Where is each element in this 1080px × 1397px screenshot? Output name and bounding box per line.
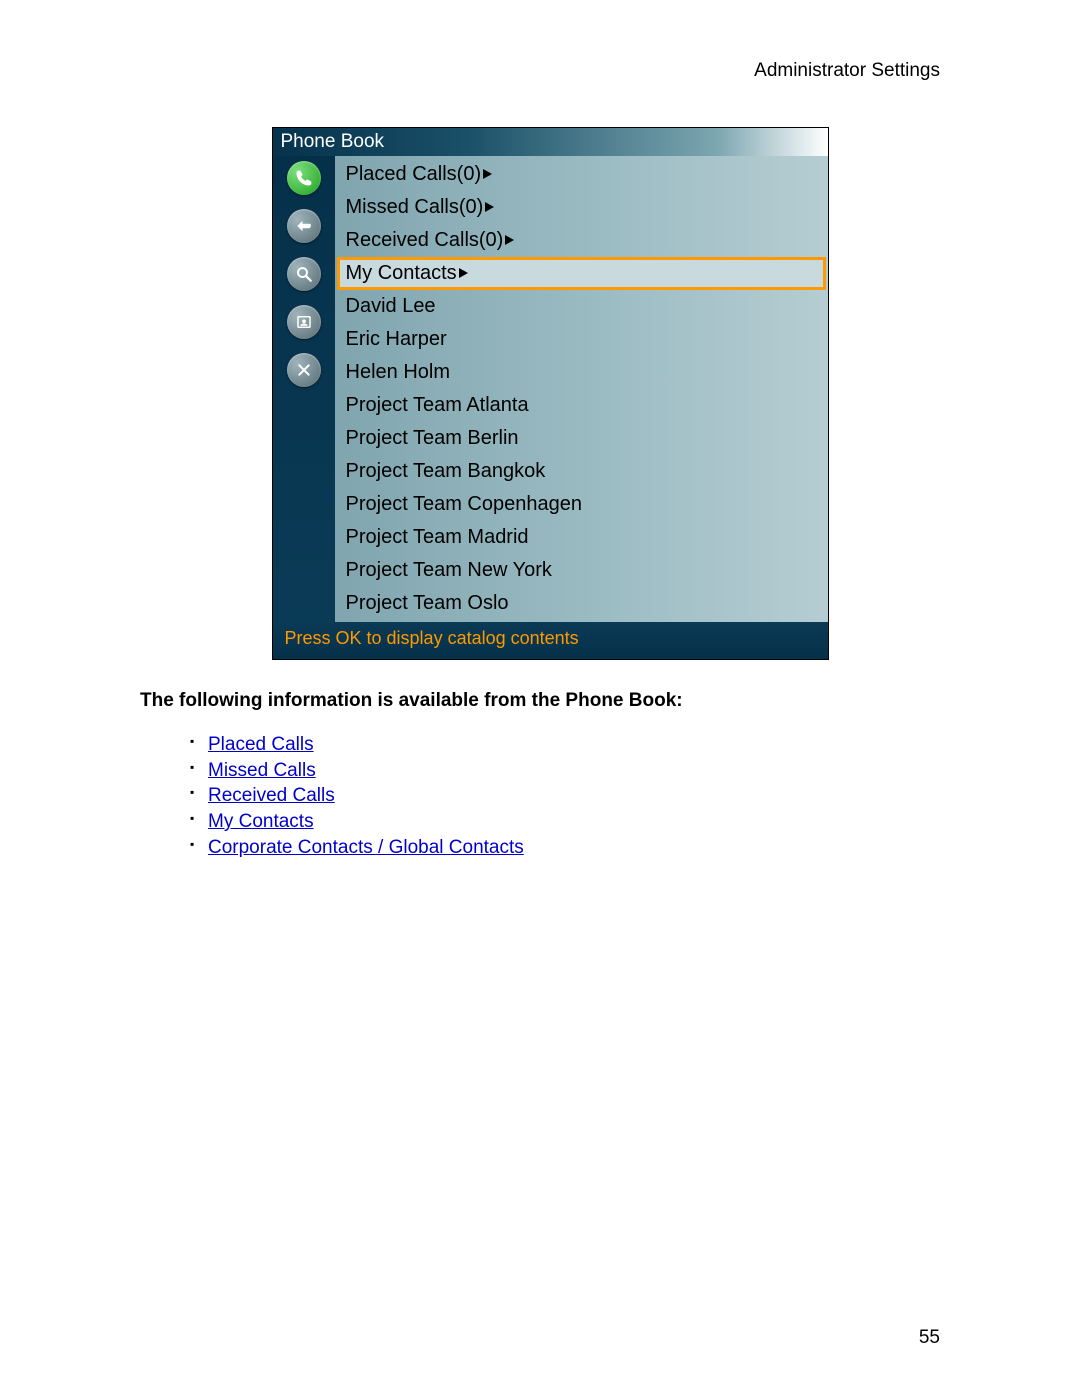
link-item: Received Calls [190,783,950,809]
link-item: Missed Calls [190,758,950,784]
contact-item[interactable]: Project Team New York [337,554,826,587]
list-item-label: Missed Calls(0) [346,196,484,218]
contact-item[interactable]: Project Team Copenhagen [337,488,826,521]
link-list: Placed Calls Missed Calls Received Calls… [150,732,950,860]
page-number: 55 [919,1327,940,1349]
folder-my-contacts[interactable]: My Contacts [337,257,826,290]
phonebook-title: Phone Book [273,128,828,156]
folder-received-calls[interactable]: Received Calls(0) [337,224,826,257]
arrow-right-icon [485,202,494,212]
contact-item[interactable]: Project Team Bangkok [337,455,826,488]
search-icon[interactable] [287,257,321,291]
link-item: My Contacts [190,809,950,835]
phonebook-icon-column [273,156,335,622]
arrow-right-icon [459,268,468,278]
list-item-label: Received Calls(0) [346,229,504,251]
phonebook-list: Placed Calls(0) Missed Calls(0) Received… [335,156,828,622]
link-missed-calls[interactable]: Missed Calls [208,760,316,781]
call-icon[interactable] [287,161,321,195]
contact-item[interactable]: Project Team Madrid [337,521,826,554]
link-my-contacts[interactable]: My Contacts [208,811,314,832]
link-item: Placed Calls [190,732,950,758]
arrow-right-icon [483,169,492,179]
contact-item[interactable]: Project Team Berlin [337,422,826,455]
contact-item[interactable]: Project Team Atlanta [337,389,826,422]
contact-item[interactable]: Helen Holm [337,356,826,389]
link-received-calls[interactable]: Received Calls [208,785,335,806]
close-icon[interactable] [287,353,321,387]
section-heading: The following information is available f… [140,690,950,712]
back-icon[interactable] [287,209,321,243]
folder-placed-calls[interactable]: Placed Calls(0) [337,158,826,191]
add-contact-icon[interactable] [287,305,321,339]
folder-missed-calls[interactable]: Missed Calls(0) [337,191,826,224]
contact-item[interactable]: David Lee [337,290,826,323]
link-corporate-contacts[interactable]: Corporate Contacts / Global Contacts [208,837,524,858]
page-header: Administrator Settings [150,60,950,82]
contact-item[interactable]: Eric Harper [337,323,826,356]
phonebook-footer: Press OK to display catalog contents [273,622,828,659]
contact-item[interactable]: Project Team Oslo [337,587,826,620]
arrow-right-icon [505,235,514,245]
list-item-label: My Contacts [346,262,457,284]
link-placed-calls[interactable]: Placed Calls [208,734,314,755]
link-item: Corporate Contacts / Global Contacts [190,835,950,861]
list-item-label: Placed Calls(0) [346,163,482,185]
phonebook-panel: Phone Book [272,127,829,660]
